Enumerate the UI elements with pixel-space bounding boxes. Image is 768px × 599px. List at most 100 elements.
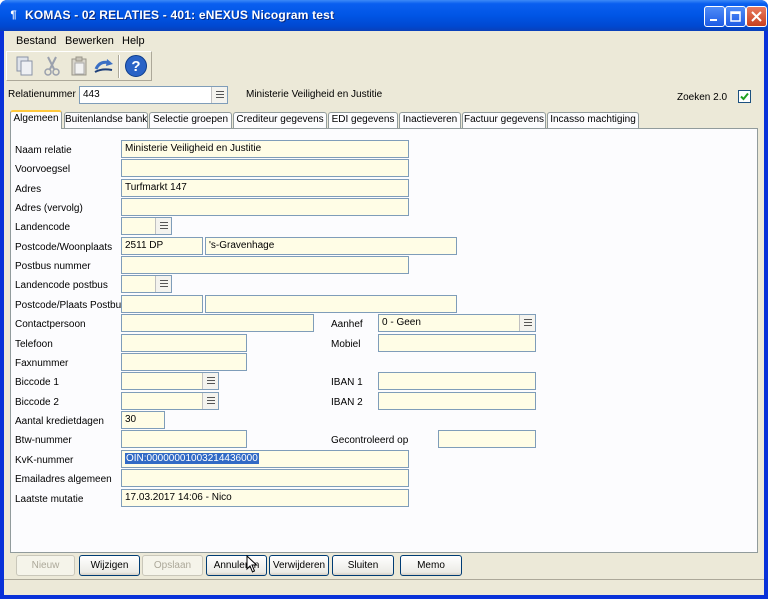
tab-panel-algemeen: Naam relatie Ministerie Veiligheid en Ju… [10, 128, 758, 553]
kvk-nummer-input[interactable]: OIN:00000001003214436000 [121, 450, 409, 468]
tab-algemeen[interactable]: Algemeen [10, 110, 62, 129]
window-client: Bestand Bewerken Help ? Relatienummer 44… [4, 31, 764, 595]
tab-incasso-machtiging[interactable]: Incasso machtiging [547, 112, 639, 128]
iban1-label: IBAN 1 [331, 377, 363, 388]
undo-icon[interactable] [92, 54, 116, 78]
btw-nummer-input[interactable] [121, 430, 247, 448]
app-window: ¶ KOMAS - 02 RELATIES - 401: eNEXUS Nico… [0, 0, 768, 599]
plaats-postbus-input[interactable] [205, 295, 457, 313]
contactpersoon-label: Contactpersoon [15, 319, 86, 330]
iban1-input[interactable] [378, 372, 536, 390]
relatienummer-lookup-button[interactable] [211, 87, 227, 103]
aanhef-label: Aanhef [331, 319, 363, 330]
biccode2-input[interactable] [121, 392, 219, 410]
postbus-nummer-label: Postbus nummer [15, 261, 91, 272]
close-icon [751, 11, 762, 22]
biccode2-label: Biccode 2 [15, 397, 59, 408]
close-button[interactable] [746, 6, 767, 27]
biccode2-lookup-button[interactable] [202, 393, 218, 409]
aanhef-lookup-button[interactable] [519, 315, 535, 331]
opslaan-button[interactable]: Opslaan [142, 555, 203, 576]
kvk-nummer-label: KvK-nummer [15, 455, 74, 466]
nieuw-button[interactable]: Nieuw [16, 555, 75, 576]
biccode1-label: Biccode 1 [15, 377, 59, 388]
postcode-plaats-postbus-label: Postcode/Plaats Postbus [15, 300, 127, 311]
relatienummer-label: Relatienummer [8, 89, 76, 100]
faxnummer-label: Faxnummer [15, 358, 69, 369]
minimize-icon [710, 19, 717, 21]
komas-app-icon: ¶ [10, 9, 17, 21]
naam-relatie-label: Naam relatie [15, 145, 72, 156]
verwijderen-button[interactable]: Verwijderen [269, 555, 329, 576]
postbus-nummer-input[interactable] [121, 256, 409, 274]
tab-inactieveren[interactable]: Inactieveren [399, 112, 461, 128]
telefoon-label: Telefoon [15, 339, 53, 350]
checkmark-icon [740, 92, 749, 101]
wijzigen-button[interactable]: Wijzigen [79, 555, 140, 576]
minimize-button[interactable] [704, 6, 725, 27]
laatste-mutatie-field: 17.03.2017 14:06 - Nico [121, 489, 409, 507]
gecontroleerd-op-input[interactable] [438, 430, 536, 448]
emailadres-label: Emailadres algemeen [15, 474, 112, 485]
kvk-nummer-value: OIN:00000001003214436000 [125, 453, 259, 464]
paste-icon[interactable] [67, 54, 91, 78]
naam-relatie-input[interactable]: Ministerie Veiligheid en Justitie [121, 140, 409, 158]
adres-vervolg-input[interactable] [121, 198, 409, 216]
maximize-button[interactable] [725, 6, 746, 27]
svg-text:?: ? [131, 58, 140, 75]
telefoon-input[interactable] [121, 334, 247, 352]
relation-name-text: Ministerie Veiligheid en Justitie [246, 89, 383, 100]
postcode-woonplaats-label: Postcode/Woonplaats [15, 242, 113, 253]
landencode-input[interactable] [121, 217, 172, 235]
copy-icon[interactable] [13, 54, 37, 78]
woonplaats-input[interactable]: 's-Gravenhage [205, 237, 457, 255]
laatste-mutatie-label: Laatste mutatie [15, 494, 84, 505]
iban2-label: IBAN 2 [331, 397, 363, 408]
menu-bestand[interactable]: Bestand [16, 35, 56, 47]
menu-help[interactable]: Help [122, 35, 145, 47]
tab-buitenlandse-bank[interactable]: Buitenlandse bank [64, 112, 148, 128]
landencode-postbus-label: Landencode postbus [15, 280, 108, 291]
sluiten-button[interactable]: Sluiten [332, 555, 394, 576]
menu-bar: Bestand Bewerken Help [4, 31, 764, 51]
biccode1-input[interactable] [121, 372, 219, 390]
toolbar: ? [6, 51, 152, 81]
voorvoegsel-input[interactable] [121, 159, 409, 177]
cut-icon[interactable] [40, 54, 64, 78]
window-title: KOMAS - 02 RELATIES - 401: eNEXUS Nicogr… [25, 8, 335, 22]
memo-button[interactable]: Memo [400, 555, 462, 576]
tab-crediteur-gegevens[interactable]: Crediteur gegevens [233, 112, 327, 128]
tab-edi-gegevens[interactable]: EDI gegevens [328, 112, 398, 128]
title-bar[interactable]: ¶ KOMAS - 02 RELATIES - 401: eNEXUS Nico… [0, 0, 768, 31]
landencode-lookup-button[interactable] [155, 218, 171, 234]
menu-bewerken[interactable]: Bewerken [65, 35, 114, 47]
kredietdagen-input[interactable]: 30 [121, 411, 165, 429]
emailadres-input[interactable] [121, 469, 409, 487]
faxnummer-input[interactable] [121, 353, 247, 371]
aanhef-select[interactable]: 0 - Geen [378, 314, 536, 332]
adres-input[interactable]: Turfmarkt 147 [121, 179, 409, 197]
maximize-icon [730, 11, 741, 22]
landencode-postbus-input[interactable] [121, 275, 172, 293]
tab-selectie-groepen[interactable]: Selectie groepen [149, 112, 232, 128]
status-bar [4, 579, 764, 595]
voorvoegsel-label: Voorvoegsel [15, 164, 71, 175]
kredietdagen-label: Aantal kredietdagen [15, 416, 104, 427]
iban2-input[interactable] [378, 392, 536, 410]
zoeken-label: Zoeken 2.0 [677, 92, 728, 103]
postcode-postbus-input[interactable] [121, 295, 203, 313]
landencode-postbus-lookup-button[interactable] [155, 276, 171, 292]
mobiel-input[interactable] [378, 334, 536, 352]
postcode-input[interactable]: 2511 DP [121, 237, 203, 255]
aanhef-value: 0 - Geen [382, 317, 421, 328]
contactpersoon-input[interactable] [121, 314, 314, 332]
adres-vervolg-label: Adres (vervolg) [15, 203, 83, 214]
biccode1-lookup-button[interactable] [202, 373, 218, 389]
btw-nummer-label: Btw-nummer [15, 435, 72, 446]
help-icon[interactable]: ? [124, 54, 148, 78]
relatienummer-value: 443 [83, 89, 100, 100]
toolbar-separator [118, 55, 120, 78]
zoeken-checkbox[interactable] [738, 90, 751, 103]
tab-factuur-gegevens[interactable]: Factuur gegevens [462, 112, 546, 128]
relatienummer-field[interactable]: 443 [79, 86, 228, 104]
